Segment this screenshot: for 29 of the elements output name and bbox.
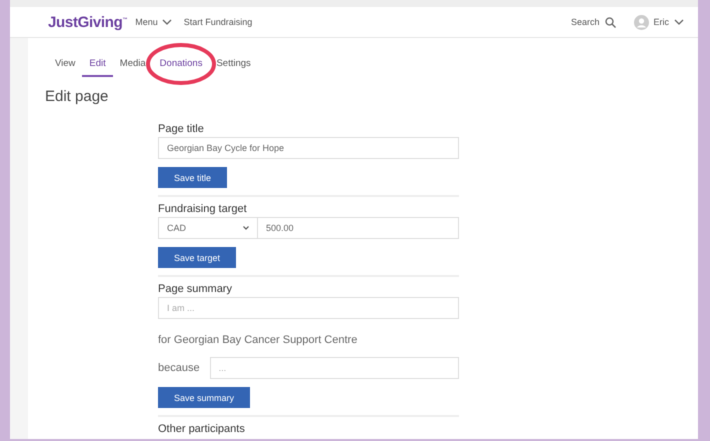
section-label: Page summary	[158, 283, 233, 295]
save-button[interactable]: Save summary	[158, 387, 250, 408]
page-heading: Edit page	[45, 88, 110, 105]
user-menu[interactable]: Eric	[654, 17, 684, 27]
input-field[interactable]: I am ...	[158, 297, 459, 319]
caret-icon	[674, 18, 684, 26]
search-icon	[604, 16, 616, 28]
tab[interactable]: Edit	[82, 52, 113, 77]
because-label: because	[158, 362, 200, 374]
avatar-icon[interactable]	[634, 14, 648, 30]
input-field[interactable]: Georgian Bay Cycle for Hope	[158, 137, 459, 159]
charity-text: for Georgian Bay Cancer Support Centre	[158, 334, 358, 346]
section-label: Page title	[158, 123, 205, 135]
save-button[interactable]: Save target	[158, 247, 236, 268]
logo[interactable]: JustGiving$^{™}$	[48, 14, 128, 30]
tab[interactable]: Settings	[209, 52, 258, 77]
menu-button[interactable]: Menu	[135, 17, 172, 27]
tab[interactable]: Media	[112, 52, 153, 77]
caret-icon	[162, 18, 172, 26]
tab[interactable]: View	[48, 52, 82, 77]
section-label: Other participants	[158, 423, 246, 435]
input-field[interactable]: ...	[210, 357, 459, 379]
search-button[interactable]: Search	[570, 16, 616, 28]
currency-select[interactable]: CAD	[158, 217, 258, 239]
section-label: Fundraising target	[158, 203, 248, 215]
caret-icon	[243, 226, 249, 230]
save-button[interactable]: Save title	[158, 167, 228, 188]
start-fundraising-link[interactable]: Start Fundraising	[184, 17, 252, 27]
input-field[interactable]: 500.00	[258, 217, 459, 239]
